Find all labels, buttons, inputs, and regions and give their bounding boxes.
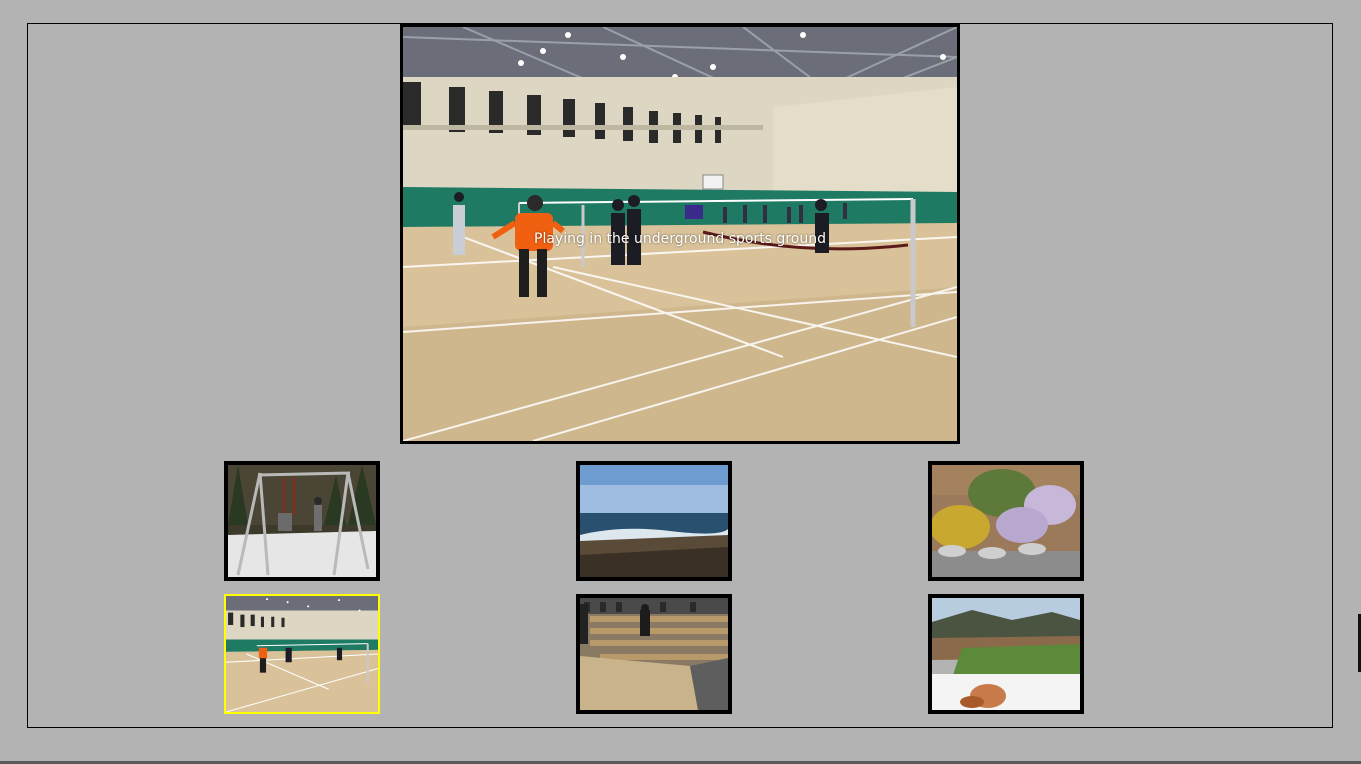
thumbnail-cafeteria[interactable] <box>576 594 732 714</box>
thumbnail-beach[interactable] <box>576 461 732 581</box>
thumbnail-flowers[interactable] <box>928 461 1084 581</box>
thumbnail-gym[interactable] <box>224 594 380 714</box>
cafeteria-photo <box>580 598 728 710</box>
main-photo: Playing in the underground sports ground <box>400 24 960 444</box>
photo-caption: Playing in the underground sports ground <box>534 231 826 247</box>
thumbnail-stadium[interactable] <box>928 594 1084 714</box>
stadium-photo <box>932 598 1080 710</box>
gym-thumb-photo <box>226 596 378 712</box>
playground-photo <box>228 465 376 577</box>
beach-photo <box>580 465 728 577</box>
flowers-photo <box>932 465 1080 577</box>
thumbnail-playground[interactable] <box>224 461 380 581</box>
